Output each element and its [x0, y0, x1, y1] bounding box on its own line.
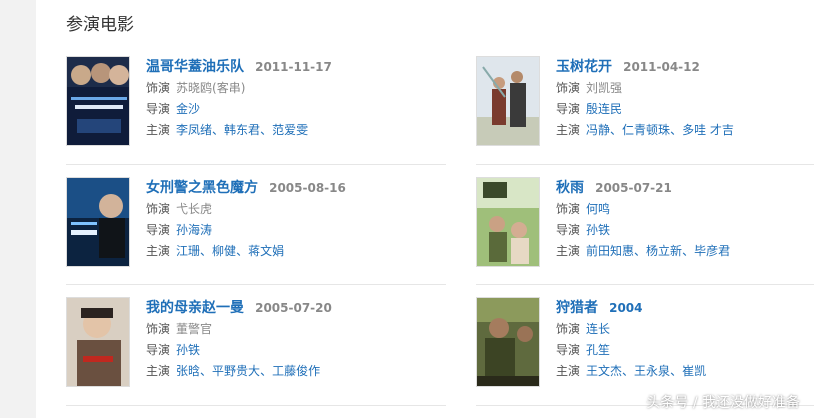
cast-link[interactable]: 王永泉 — [634, 364, 670, 378]
movie-poster[interactable] — [66, 177, 130, 267]
movie-poster[interactable] — [66, 56, 130, 146]
movie-title-link[interactable]: 我的母亲赵一曼 — [146, 300, 244, 316]
cast-separator: 、 — [610, 123, 623, 137]
director-link[interactable]: 孔笙 — [586, 343, 610, 357]
cast-link[interactable]: 仁青顿珠 — [622, 123, 670, 137]
section-title: 参演电影 — [66, 15, 134, 35]
cast-separator: 、 — [200, 364, 213, 378]
movie-poster[interactable] — [476, 297, 540, 387]
movie-card: 女刑警之黑色魔方 2005-08-16 饰演 弋长虎 导演 孙海涛 主演 江珊、柳健、… — [66, 177, 426, 285]
role-label: 饰演 — [146, 202, 171, 216]
movie-card: 狩猎者 2004 饰演 连长 导演 孔笙 主演 王文杰、王永泉、崔凯 — [476, 297, 814, 405]
release-date: 2004 — [609, 301, 642, 315]
director-label: 导演 — [556, 343, 581, 357]
cast-link[interactable]: 崔凯 — [682, 364, 706, 378]
filmography-panel: 参演电影 温哥华蓋油乐队 2011-11-17 饰演 苏晓鸥(客串) 导演 金沙 主… — [36, 0, 814, 418]
cast-link[interactable]: 张晗 — [176, 364, 200, 378]
cast-link[interactable]: 江珊 — [176, 244, 200, 258]
movie-title-link[interactable]: 秋雨 — [556, 180, 584, 196]
role-label: 饰演 — [556, 81, 581, 95]
role-value: 弋长虎 — [176, 202, 213, 216]
director-label: 导演 — [146, 223, 171, 237]
cast-link[interactable]: 工藤俊作 — [272, 364, 320, 378]
cast-separator: 、 — [670, 364, 683, 378]
cast-separator: 、 — [236, 244, 249, 258]
release-date: 2005-08-16 — [269, 181, 346, 195]
cast-separator: 、 — [670, 123, 683, 137]
cast-link[interactable]: 韩东君 — [224, 123, 260, 137]
role-value: 苏晓鸥(客串) — [176, 81, 246, 95]
movie-title-link[interactable]: 温哥华蓋油乐队 — [146, 59, 244, 75]
role-label: 饰演 — [146, 81, 171, 95]
cast-link[interactable]: 多哇 才吉 — [682, 123, 734, 137]
director-label: 导演 — [556, 102, 581, 116]
role-link[interactable]: 连长 — [586, 322, 610, 336]
row-divider — [476, 284, 814, 285]
director-link[interactable]: 孙铁 — [586, 223, 610, 237]
director-link[interactable]: 殷连民 — [586, 102, 622, 116]
cast-link[interactable]: 范爱雯 — [272, 123, 308, 137]
cast-separator: 、 — [260, 364, 273, 378]
row-divider — [66, 405, 446, 406]
director-link[interactable]: 孙海涛 — [176, 223, 212, 237]
cast-link[interactable]: 王文杰 — [586, 364, 622, 378]
role-label: 饰演 — [556, 322, 581, 336]
movie-card: 温哥华蓋油乐队 2011-11-17 饰演 苏晓鸥(客串) 导演 金沙 主演 李凤绪、… — [66, 56, 426, 164]
director-link[interactable]: 金沙 — [176, 102, 200, 116]
cast-link[interactable]: 前田知惠 — [586, 244, 634, 258]
movie-title-link[interactable]: 女刑警之黑色魔方 — [146, 180, 258, 196]
release-date: 2011-11-17 — [255, 60, 332, 74]
cast-label: 主演 — [146, 123, 171, 137]
cast-separator: 、 — [622, 364, 635, 378]
release-year: 2004 — [609, 301, 643, 315]
cast-label: 主演 — [556, 123, 581, 137]
cast-separator: 、 — [682, 244, 695, 258]
row-divider — [66, 164, 446, 165]
cast-link[interactable]: 冯静 — [586, 123, 610, 137]
release-date: 2011-04-12 — [623, 60, 700, 74]
cast-link[interactable]: 柳健 — [212, 244, 236, 258]
cast-separator: 、 — [260, 123, 273, 137]
movie-card: 我的母亲赵一曼 2005-07-20 饰演 董警官 导演 孙铁 主演 张晗、平野贵大、… — [66, 297, 426, 405]
movie-poster[interactable] — [476, 177, 540, 267]
cast-label: 主演 — [146, 244, 171, 258]
cast-separator: 、 — [200, 244, 213, 258]
cast-link[interactable]: 毕彦君 — [694, 244, 730, 258]
director-label: 导演 — [146, 343, 171, 357]
row-divider — [476, 164, 814, 165]
role-label: 饰演 — [556, 202, 581, 216]
watermark-text: 头条号 / 我还没做好准备 — [646, 395, 800, 411]
cast-label: 主演 — [146, 364, 171, 378]
role-value: 董警官 — [176, 322, 213, 336]
director-label: 导演 — [556, 223, 581, 237]
cast-link[interactable]: 李凤绪 — [176, 123, 212, 137]
movie-poster[interactable] — [66, 297, 130, 387]
row-divider — [66, 284, 446, 285]
cast-link[interactable]: 杨立新 — [646, 244, 682, 258]
cast-separator: 、 — [634, 244, 647, 258]
cast-label: 主演 — [556, 244, 581, 258]
movie-card: 秋雨 2005-07-21 饰演 何鸣 导演 孙铁 主演 前田知惠、杨立新、毕彦君 — [476, 177, 814, 285]
release-date: 2005-07-21 — [595, 181, 672, 195]
movie-title-link[interactable]: 狩猎者 — [556, 300, 598, 316]
cast-link[interactable]: 蒋文娟 — [248, 244, 284, 258]
movie-title-link[interactable]: 玉树花开 — [556, 59, 612, 75]
cast-separator: 、 — [212, 123, 225, 137]
movie-poster[interactable] — [476, 56, 540, 146]
movie-card: 玉树花开 2011-04-12 饰演 刘凯强 导演 殷连民 主演 冯静、仁青顿珠、多哇… — [476, 56, 814, 164]
role-value: 刘凯强 — [586, 81, 623, 95]
cast-label: 主演 — [556, 364, 581, 378]
release-date: 2005-07-20 — [255, 301, 332, 315]
role-label: 饰演 — [146, 322, 171, 336]
cast-link[interactable]: 平野贵大 — [212, 364, 260, 378]
director-link[interactable]: 孙铁 — [176, 343, 200, 357]
director-label: 导演 — [146, 102, 171, 116]
role-link[interactable]: 何鸣 — [586, 202, 610, 216]
